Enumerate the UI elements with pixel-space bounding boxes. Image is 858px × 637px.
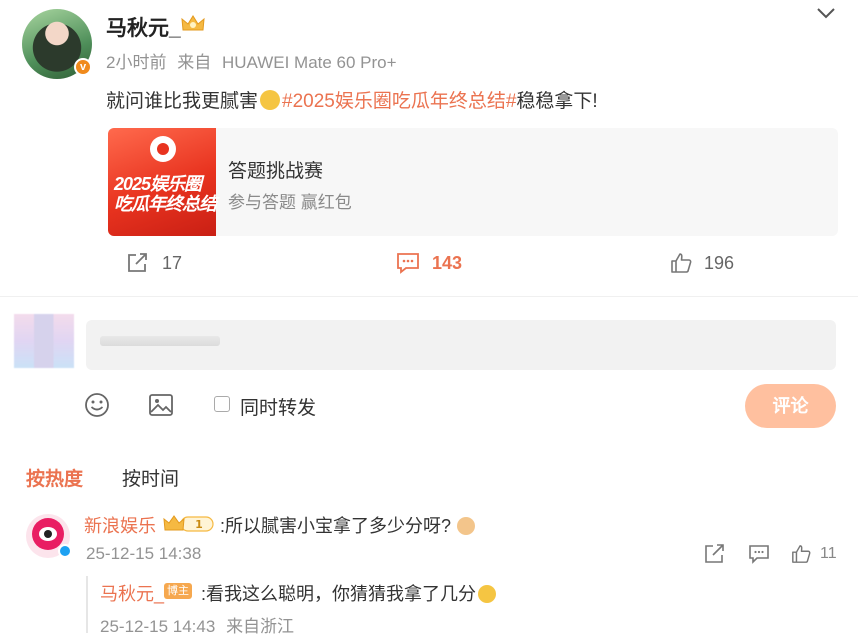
comment-text: :所以腻害小宝拿了多少分呀? <box>220 512 476 538</box>
reply-body: :看我这么聪明，你猜猜我拿了几分 <box>201 584 476 604</box>
reply-thread-line <box>86 576 88 633</box>
comment-body: :所以腻害小宝拿了多少分呀? <box>220 516 452 536</box>
weibo-logo-icon <box>150 136 176 162</box>
level-badge-text: 1 <box>195 518 203 531</box>
like-count: 196 <box>704 252 735 273</box>
comment-like-count: 11 <box>820 545 837 562</box>
repost-button[interactable]: 17 <box>126 252 182 274</box>
chevron-down-icon[interactable] <box>816 6 836 20</box>
my-avatar <box>14 314 74 368</box>
reply-text: :看我这么聪明，你猜猜我拿了几分 <box>201 580 496 606</box>
star-emoji-icon <box>478 585 496 603</box>
comment-like-icon[interactable] <box>791 544 811 564</box>
comment-icon <box>397 253 419 274</box>
verified-badge-icon: v <box>74 58 92 76</box>
card-title: 答题挑战赛 <box>228 161 324 182</box>
card-image-line2: 吃瓜年终总结 <box>114 194 217 214</box>
dog-emoji-icon <box>457 517 476 535</box>
comment-input[interactable] <box>86 320 836 370</box>
comments-button[interactable]: 143 <box>396 252 462 274</box>
quiz-card[interactable]: 2025娱乐圈 吃瓜年终总结 答题挑战赛 参与答题 赢红包 <box>108 128 838 236</box>
author-name[interactable]: 马秋元_ <box>106 12 181 42</box>
input-placeholder <box>100 336 220 346</box>
post-text-before: 就问谁比我更腻害 <box>106 91 259 112</box>
post-device[interactable]: HUAWEI Mate 60 Pro+ <box>222 53 397 72</box>
post-text: 就问谁比我更腻害 #2025娱乐圈吃瓜年终总结#稳稳拿下! <box>106 86 598 113</box>
like-button[interactable]: 196 <box>670 252 734 274</box>
like-icon <box>671 253 692 273</box>
comment-reply-icon[interactable] <box>748 544 770 564</box>
comment-repost-icon[interactable] <box>704 544 726 564</box>
reply-meta: 25-12-15 14:43 来自浙江 <box>100 612 300 637</box>
cat-emoji-icon <box>260 90 281 110</box>
emoji-icon[interactable] <box>84 392 110 418</box>
submit-comment-button[interactable]: 评论 <box>745 384 836 428</box>
image-icon[interactable] <box>148 392 174 418</box>
comment-time: 25-12-15 14:38 <box>86 544 202 563</box>
author-tag: 博主 <box>164 583 192 599</box>
reply-location: 来自浙江 <box>226 617 295 636</box>
repost-icon <box>128 253 147 272</box>
post-meta: 2小时前 来自 HUAWEI Mate 60 Pro+ <box>106 48 403 73</box>
post-text-after: 稳稳拿下! <box>516 91 598 112</box>
post-source-prefix: 来自 <box>177 53 212 72</box>
repost-label[interactable]: 同时转发 <box>240 393 316 420</box>
reply-user[interactable]: 马秋元_ <box>100 580 164 606</box>
verified-blue-icon <box>58 544 72 558</box>
comment-count: 143 <box>432 252 463 273</box>
card-subtitle: 参与答题 赢红包 <box>228 193 352 212</box>
repost-checkbox[interactable] <box>214 396 230 412</box>
tab-sort-hot[interactable]: 按热度 <box>26 464 83 491</box>
reply-time: 25-12-15 14:43 <box>100 617 216 636</box>
tab-sort-time[interactable]: 按时间 <box>122 464 179 491</box>
post-time: 2小时前 <box>106 53 167 72</box>
repost-count: 17 <box>162 252 183 273</box>
topic-link[interactable]: #2025娱乐圈吃瓜年终总结# <box>282 91 516 112</box>
card-image: 2025娱乐圈 吃瓜年终总结 <box>108 128 217 236</box>
divider <box>0 296 858 297</box>
vip-crown-icon <box>181 15 205 31</box>
crown-icon: 1 <box>163 515 214 532</box>
commenter-name[interactable]: 新浪娱乐 <box>84 512 156 538</box>
